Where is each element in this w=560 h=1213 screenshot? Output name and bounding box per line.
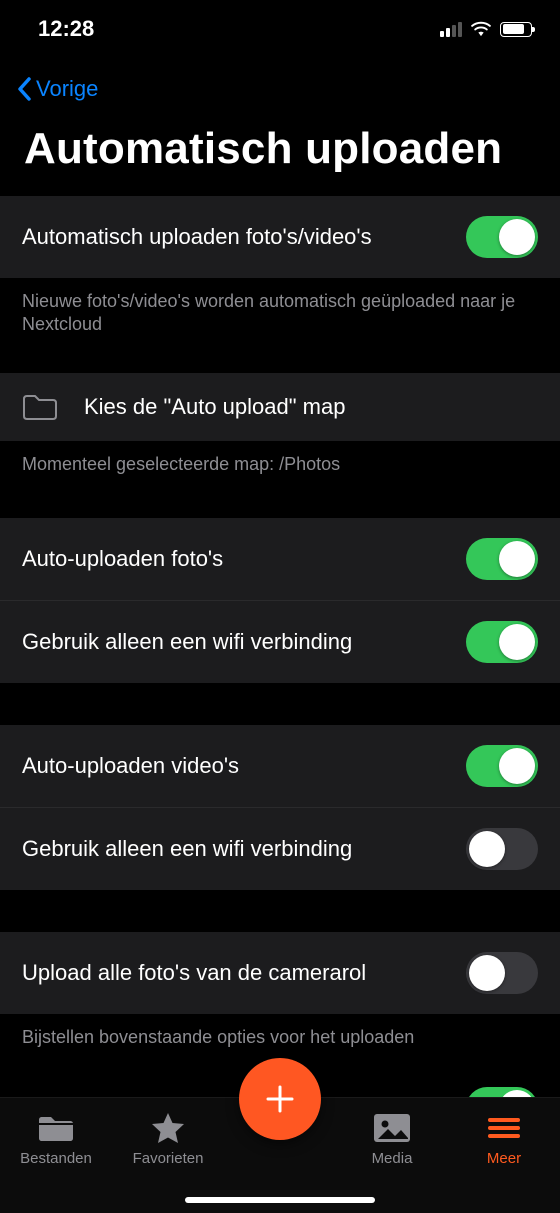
page-title: Automatisch uploaden bbox=[0, 120, 560, 196]
choose-folder-label: Kies de "Auto upload" map bbox=[84, 394, 538, 420]
tab-media[interactable]: Media bbox=[336, 1110, 448, 1167]
tab-more-label: Meer bbox=[487, 1150, 521, 1167]
tab-favorites[interactable]: Favorieten bbox=[112, 1110, 224, 1167]
back-label: Vorige bbox=[36, 76, 98, 102]
image-tab-icon bbox=[372, 1110, 412, 1146]
folder-tab-icon bbox=[36, 1110, 76, 1146]
choose-folder-row[interactable]: Kies de "Auto upload" map bbox=[0, 373, 560, 441]
wifi-icon bbox=[470, 21, 492, 37]
star-tab-icon bbox=[148, 1110, 188, 1146]
status-time: 12:28 bbox=[38, 16, 94, 42]
videos-wifi-label: Gebruik alleen een wifi verbinding bbox=[22, 836, 466, 862]
upload-cameraroll-toggle[interactable] bbox=[466, 952, 538, 994]
videos-wifi-toggle[interactable] bbox=[466, 828, 538, 870]
folder-icon bbox=[22, 393, 58, 421]
auto-upload-footer: Nieuwe foto's/video's worden automatisch… bbox=[0, 278, 560, 353]
videos-wifi-row[interactable]: Gebruik alleen een wifi verbinding bbox=[0, 807, 560, 890]
photos-wifi-row[interactable]: Gebruik alleen een wifi verbinding bbox=[0, 600, 560, 683]
home-indicator[interactable] bbox=[185, 1197, 375, 1203]
upload-cameraroll-row[interactable]: Upload alle foto's van de camerarol bbox=[0, 932, 560, 1014]
auto-upload-photos-row[interactable]: Auto-uploaden foto's bbox=[0, 518, 560, 600]
back-button[interactable]: Vorige bbox=[0, 58, 560, 120]
cellular-icon bbox=[440, 21, 462, 37]
menu-tab-icon bbox=[484, 1110, 524, 1146]
tab-bar: Bestanden Favorieten Media M bbox=[0, 1097, 560, 1213]
tab-favorites-label: Favorieten bbox=[133, 1150, 204, 1167]
auto-upload-photos-label: Auto-uploaden foto's bbox=[22, 546, 466, 572]
tab-more[interactable]: Meer bbox=[448, 1110, 560, 1167]
auto-upload-videos-toggle[interactable] bbox=[466, 745, 538, 787]
auto-upload-photos-toggle[interactable] bbox=[466, 538, 538, 580]
photos-wifi-toggle[interactable] bbox=[466, 621, 538, 663]
auto-upload-toggle[interactable] bbox=[466, 216, 538, 258]
chevron-left-icon bbox=[16, 77, 32, 101]
status-indicators bbox=[440, 21, 532, 37]
tab-media-label: Media bbox=[372, 1150, 413, 1167]
photos-wifi-label: Gebruik alleen een wifi verbinding bbox=[22, 629, 466, 655]
tab-files-label: Bestanden bbox=[20, 1150, 92, 1167]
auto-upload-videos-row[interactable]: Auto-uploaden video's bbox=[0, 725, 560, 807]
auto-upload-videos-label: Auto-uploaden video's bbox=[22, 753, 466, 779]
auto-upload-label: Automatisch uploaden foto's/video's bbox=[22, 224, 466, 250]
battery-icon bbox=[500, 22, 532, 37]
status-bar: 12:28 bbox=[0, 0, 560, 58]
plus-icon bbox=[262, 1081, 298, 1117]
auto-upload-toggle-row[interactable]: Automatisch uploaden foto's/video's bbox=[0, 196, 560, 278]
upload-cameraroll-label: Upload alle foto's van de camerarol bbox=[22, 960, 466, 986]
tab-files[interactable]: Bestanden bbox=[0, 1110, 112, 1167]
folder-footer: Momenteel geselecteerde map: /Photos bbox=[0, 441, 560, 492]
add-button[interactable] bbox=[239, 1058, 321, 1140]
